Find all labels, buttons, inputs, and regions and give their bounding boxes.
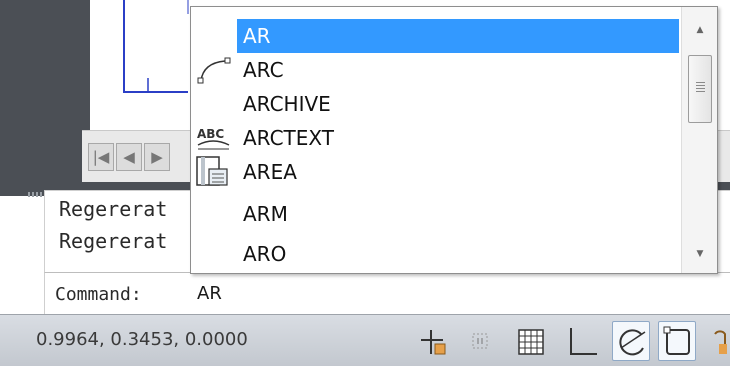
arc-icon: [197, 57, 231, 84]
grid-icon: [518, 329, 544, 355]
snap-icon: [472, 333, 488, 349]
autocomplete-item-label: AREA: [243, 160, 297, 184]
autocomplete-item-aro[interactable]: ARO: [237, 237, 679, 271]
snap-mode-button[interactable]: [462, 321, 500, 361]
scroll-down-icon[interactable]: ▼: [682, 239, 718, 269]
autocomplete-scrollbar[interactable]: ▲ ▼: [681, 7, 717, 273]
autocomplete-item-label: ARC: [243, 58, 284, 82]
autocomplete-item-ar[interactable]: AR: [237, 19, 679, 53]
status-bar: 0.9964, 0.3453, 0.0000: [0, 314, 730, 366]
command-window-grip-icon[interactable]: [28, 192, 42, 197]
autocomplete-item-label: ARCHIVE: [243, 92, 331, 116]
command-autocomplete-list[interactable]: AR ARC ARCHIVE ABC ARCTEXT AREA ARM ARO …: [190, 6, 718, 274]
status-overflow-icon[interactable]: [704, 321, 730, 361]
drawing-geometry: [123, 0, 189, 93]
polar-icon: [619, 329, 646, 356]
prev-layout-icon[interactable]: ◀: [116, 143, 142, 171]
osnap-icon: [663, 326, 690, 355]
command-line[interactable]: Command: AR: [44, 272, 730, 314]
autocomplete-item-arc[interactable]: ARC: [237, 53, 679, 87]
object-snap-button[interactable]: [658, 321, 696, 361]
area-icon: [196, 156, 228, 186]
arctext-icon: ABC: [197, 127, 230, 150]
coordinate-readout: 0.9964, 0.3453, 0.0000: [36, 329, 248, 350]
polar-tracking-button[interactable]: [612, 321, 650, 361]
infer-constraints-button[interactable]: [414, 321, 452, 361]
scroll-grip-icon: [696, 82, 705, 94]
autocomplete-item-label: ARO: [243, 242, 287, 266]
scroll-thumb[interactable]: [688, 55, 712, 123]
next-layout-icon[interactable]: ▶: [144, 143, 170, 171]
infer-icon: [421, 330, 446, 355]
autocomplete-item-area[interactable]: AREA: [237, 155, 679, 189]
ortho-icon: [570, 328, 597, 355]
drawn-line: [123, 0, 188, 93]
autocomplete-item-arm[interactable]: ARM: [237, 197, 679, 231]
grid-display-button[interactable]: [512, 321, 550, 361]
first-layout-icon[interactable]: |◀: [88, 143, 114, 171]
history-line: Regererat: [59, 197, 168, 221]
scroll-up-icon[interactable]: ▲: [682, 15, 718, 45]
autocomplete-item-label: ARM: [243, 202, 288, 226]
autocomplete-item-label: ARCTEXT: [243, 126, 334, 150]
ortho-mode-button[interactable]: [562, 321, 600, 361]
autocomplete-item-archive[interactable]: ARCHIVE: [237, 87, 679, 121]
svg-text:ABC: ABC: [197, 127, 224, 141]
autocomplete-item-label: AR: [243, 24, 271, 48]
autocomplete-item-arctext[interactable]: ARCTEXT: [237, 121, 679, 155]
history-line: Regererat: [59, 229, 168, 253]
command-input[interactable]: AR: [197, 283, 222, 304]
command-prompt: Command:: [55, 284, 142, 305]
